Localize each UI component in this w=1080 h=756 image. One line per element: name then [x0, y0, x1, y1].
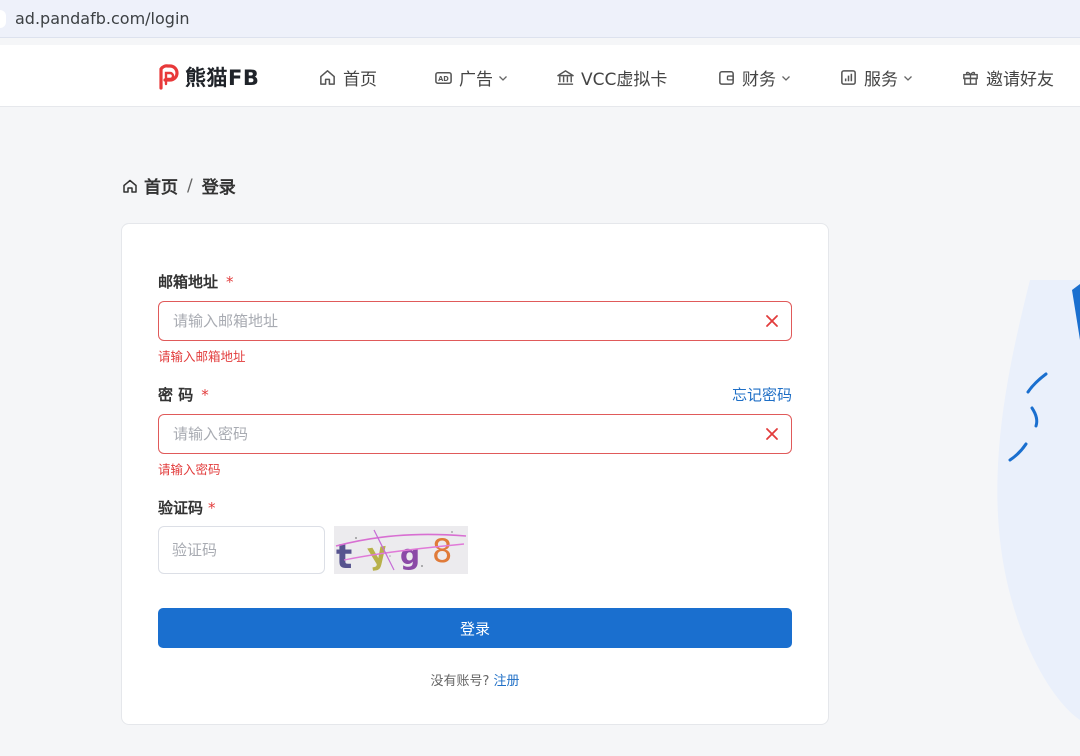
breadcrumb-home[interactable]: 首页 [144, 173, 178, 198]
register-prompt: 没有账号? 注册 [122, 670, 828, 689]
email-label: 邮箱地址 * [158, 271, 234, 292]
captcha-field-wrapper [158, 526, 325, 574]
decorative-illustration [997, 280, 1080, 720]
nav-item-service[interactable]: 服务 [839, 65, 913, 90]
register-prompt-text: 没有账号? [430, 674, 490, 689]
top-navigation: 熊猫FB 首页 AD 广告 VCC虚拟卡 财务 服务 邀请好友 [0, 45, 1080, 107]
nav-item-label: VCC虚拟卡 [581, 70, 668, 90]
captcha-label: 验证码 * [158, 497, 216, 518]
nav-item-label: 邀请好友 [986, 70, 1054, 90]
password-label-text: 密 码 [158, 386, 194, 404]
home-icon [123, 179, 137, 193]
login-card: 邮箱地址* 请输入邮箱地址 密 码* 忘记密码 请输入密码 验证码* t y g… [121, 223, 829, 725]
email-error: 请输入邮箱地址 [158, 349, 246, 364]
captcha-char: g [400, 538, 420, 571]
captcha-char: 8 [432, 532, 452, 570]
svg-text:AD: AD [438, 75, 449, 83]
captcha-field[interactable] [172, 527, 312, 573]
chevron-down-icon [904, 75, 912, 81]
nav-item-label: 服务 [864, 70, 898, 90]
nav-item-vcc[interactable]: VCC虚拟卡 [556, 65, 667, 90]
home-icon [320, 70, 335, 85]
breadcrumb-current: 登录 [201, 178, 236, 198]
forgot-password-link[interactable]: 忘记密码 [732, 384, 792, 405]
password-field-wrapper [158, 414, 792, 454]
breadcrumb: 首页 / 登录 [122, 173, 236, 198]
url-bar-edge [0, 10, 6, 28]
required-mark: * [226, 273, 234, 291]
email-label-text: 邮箱地址 [158, 273, 219, 291]
bank-icon [557, 70, 574, 85]
nav-item-finance[interactable]: 财务 [717, 65, 791, 90]
chevron-down-icon [782, 75, 790, 81]
logo-text: 熊猫FB [185, 66, 260, 90]
chevron-down-icon [499, 75, 507, 81]
breadcrumb-separator: / [187, 175, 193, 196]
browser-url-bar[interactable]: ad.pandafb.com/login [0, 0, 1080, 38]
register-link[interactable]: 注册 [493, 674, 519, 689]
panda-logo-icon [159, 64, 179, 90]
url-text[interactable]: ad.pandafb.com/login [15, 9, 190, 28]
captcha-graphic: t y g 8 [334, 526, 468, 574]
clear-icon[interactable] [765, 314, 779, 328]
nav-item-ads[interactable]: AD 广告 [434, 65, 508, 90]
clear-icon[interactable] [765, 427, 779, 441]
nav-item-invite[interactable]: 邀请好友 [961, 65, 1054, 90]
ad-icon: AD [435, 71, 452, 84]
password-error: 请输入密码 [158, 462, 221, 477]
captcha-label-text: 验证码 [158, 499, 204, 517]
nav-item-label: 首页 [343, 70, 377, 90]
required-mark: * [201, 386, 209, 404]
gift-icon [963, 71, 978, 85]
captcha-image[interactable]: t y g 8 [334, 526, 468, 574]
email-field[interactable] [173, 302, 753, 340]
password-field[interactable] [173, 415, 753, 453]
nav-item-home[interactable]: 首页 [318, 65, 377, 90]
wallet-icon [719, 71, 734, 85]
site-logo[interactable]: 熊猫FB [157, 62, 259, 92]
email-field-wrapper [158, 301, 792, 341]
password-label: 密 码 * [158, 384, 209, 405]
required-mark: * [208, 499, 216, 517]
nav-item-label: 广告 [459, 70, 493, 90]
login-button[interactable]: 登录 [158, 608, 792, 648]
chart-icon [841, 70, 856, 85]
nav-item-label: 财务 [742, 70, 776, 90]
